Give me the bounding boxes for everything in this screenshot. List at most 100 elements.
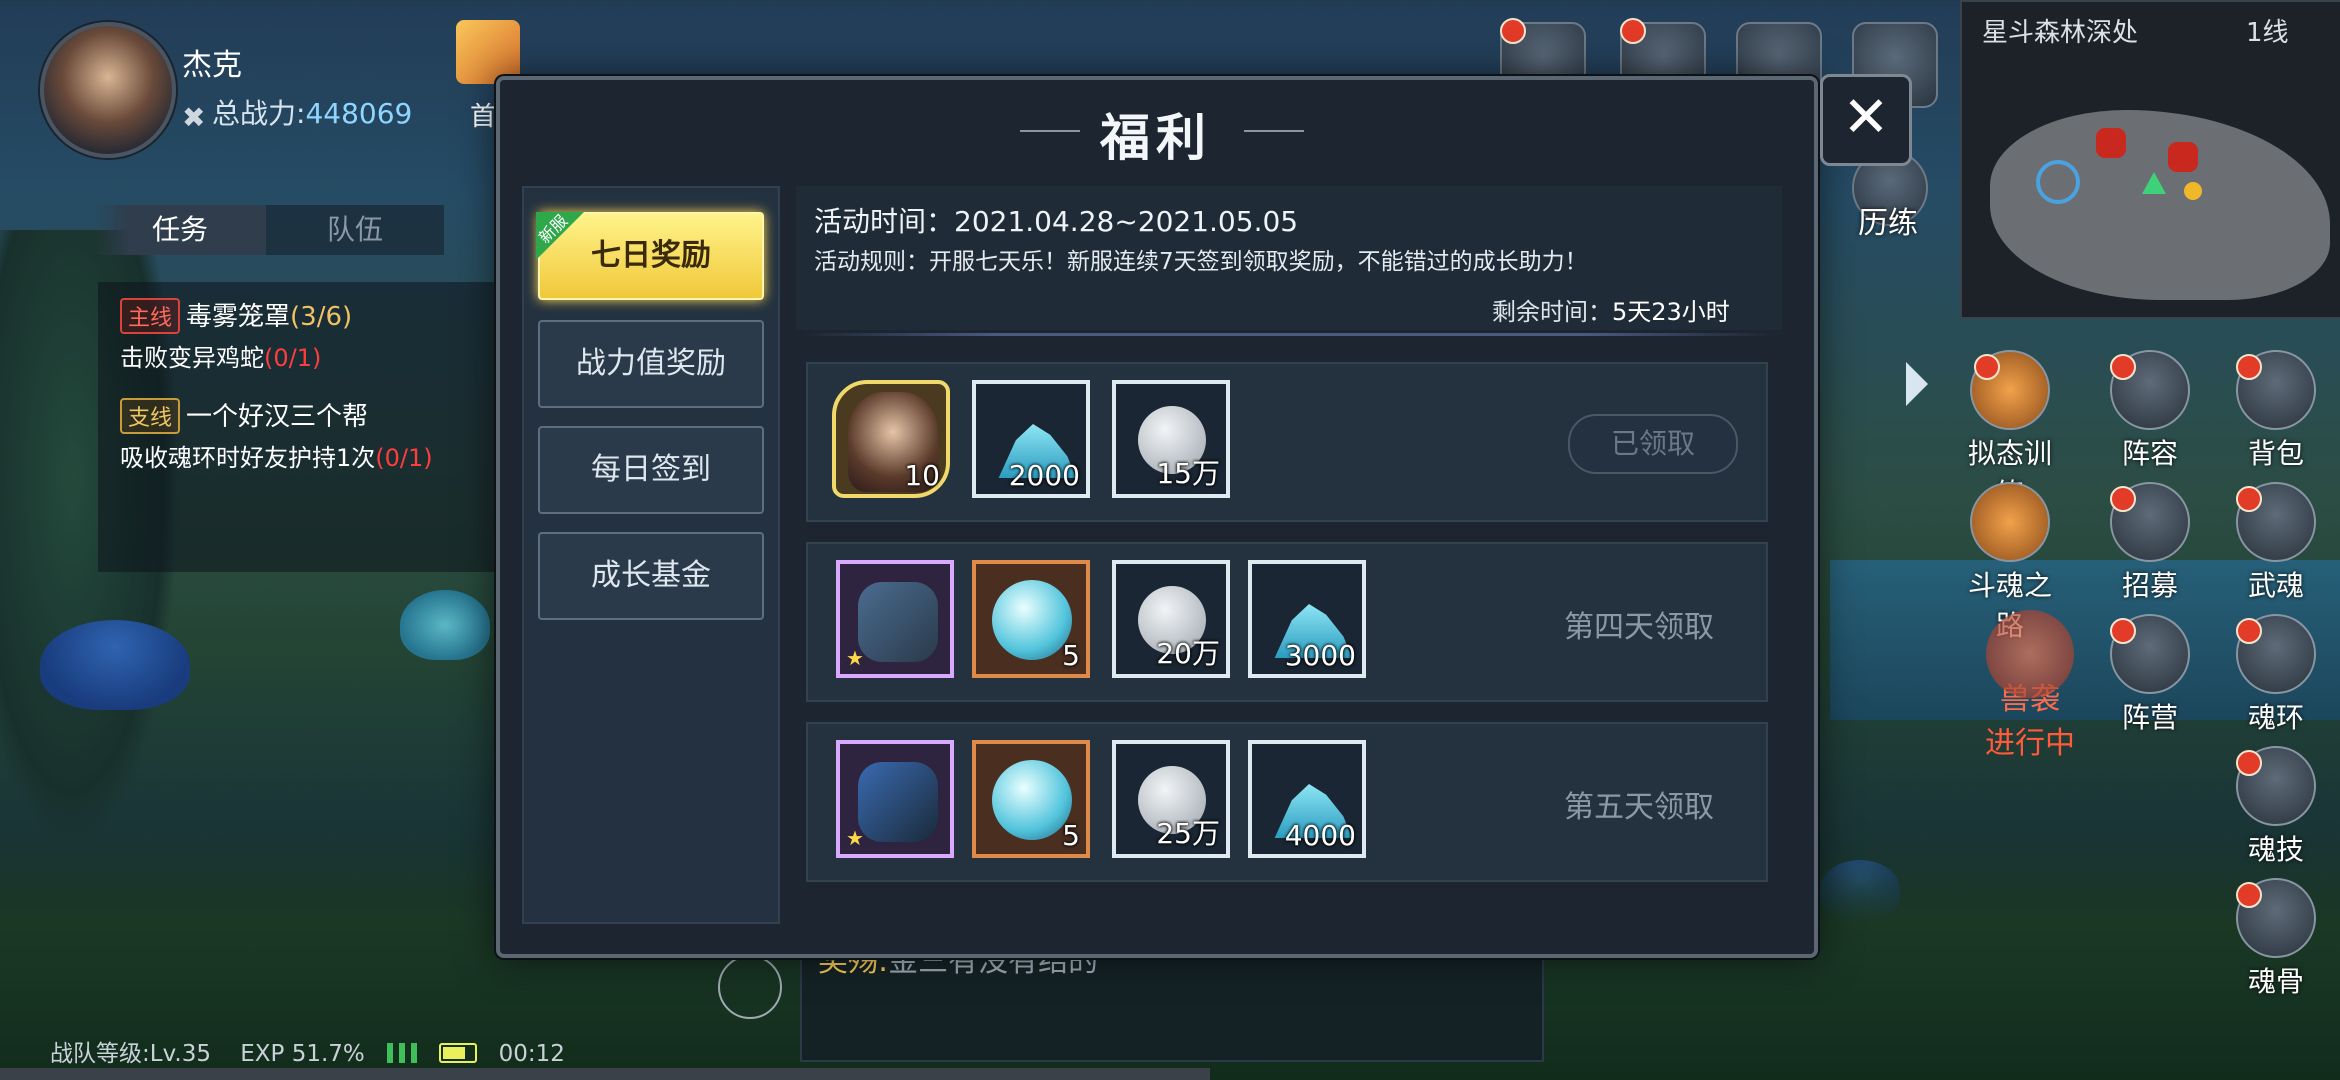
notification-dot	[2236, 354, 2262, 380]
soul-orb-icon	[992, 760, 1072, 840]
beast-raid-event[interactable]: 兽袭 进行中	[1960, 610, 2100, 762]
exp-percent: EXP 51.7%	[240, 1041, 365, 1067]
quest-progress: (3/6)	[290, 302, 353, 332]
reward-item-hero[interactable]: 10	[832, 380, 950, 498]
claw-icon	[858, 762, 938, 842]
waypoint-marker-icon	[2184, 182, 2202, 200]
player-avatar[interactable]	[40, 22, 176, 158]
raid-status: 进行中	[1985, 726, 2075, 761]
notification-dot	[1974, 354, 2000, 380]
quest-side-desc: 吸收魂环时好友护持1次(0/1)	[120, 438, 433, 473]
chat-avatar-icon[interactable]	[718, 955, 782, 1019]
quest-panel: 主线 毒雾笼罩(3/6) 击败变异鸡蛇(0/1) 支线 一个好汉三个帮 吸收魂环时好…	[98, 282, 498, 572]
reward-item-equipment[interactable]: ★	[836, 740, 954, 858]
claim-day-label: 第五天领取	[1564, 790, 1714, 825]
title-decoration	[1244, 130, 1304, 132]
reward-item-equipment[interactable]: ★	[836, 560, 954, 678]
reward-item-crystal[interactable]: 2000	[972, 380, 1090, 498]
quest-title: 毒雾笼罩	[186, 302, 291, 332]
notification-dot	[2110, 354, 2136, 380]
enemy-marker-icon	[2096, 128, 2126, 158]
tab-team[interactable]: 队伍	[266, 205, 444, 255]
activity-rule: 活动规则：开服七天乐！新服连续7天签到领取奖励，不能错过的成长助力！	[814, 249, 1588, 275]
side-btn-label: 阵营	[2121, 701, 2178, 734]
title-decoration	[1020, 130, 1080, 132]
crossed-swords-icon: ✖	[182, 101, 206, 134]
minimap-line: 1线	[2246, 18, 2289, 48]
star-icon: ★	[846, 826, 864, 850]
player-name: 杰克	[182, 48, 242, 83]
nav-growth-fund[interactable]: 成长基金	[538, 532, 764, 620]
quest-desc: 吸收魂环时好友护持1次	[120, 444, 376, 472]
item-count: 4000	[1284, 819, 1356, 852]
remaining-value: 5天23小时	[1612, 298, 1730, 326]
claimed-button: 已领取	[1568, 414, 1738, 474]
side-btn-label: 魂环	[2247, 701, 2304, 734]
item-count: 10	[904, 459, 940, 492]
quest-main[interactable]: 主线 毒雾笼罩(3/6)	[120, 296, 352, 334]
quest-desc-progress: (0/1)	[264, 344, 322, 372]
quest-tag-side: 支线	[120, 398, 181, 434]
soul-orb-icon	[992, 580, 1072, 660]
side-btn-label: 武魂	[2247, 569, 2304, 602]
portal-icon	[2036, 160, 2080, 204]
notification-dot	[2236, 882, 2262, 908]
quest-main-desc: 击败变异鸡蛇(0/1)	[120, 338, 321, 373]
reward-item-coin[interactable]: 15万	[1112, 380, 1230, 498]
item-count: 5	[1062, 819, 1080, 852]
reward-item-orb[interactable]: 5	[972, 740, 1090, 858]
notification-dot	[2110, 618, 2136, 644]
dialog-title: 福利	[1100, 109, 1212, 167]
notification-dot	[1500, 18, 1526, 44]
side-btn-label: 阵容	[2121, 437, 2178, 470]
player-marker-icon	[2142, 172, 2166, 194]
remaining-label: 剩余时间：	[1492, 298, 1612, 326]
item-count: 20万	[1156, 637, 1220, 670]
clock: 00:12	[498, 1041, 565, 1067]
claim-day-label: 第四天领取	[1564, 610, 1714, 645]
item-count: 25万	[1156, 817, 1220, 850]
beast-raid-icon	[1986, 610, 2074, 698]
reward-item-orb[interactable]: 5	[972, 560, 1090, 678]
item-count: 5	[1062, 639, 1080, 672]
notification-dot	[2236, 486, 2262, 512]
quest-side[interactable]: 支线 一个好汉三个帮	[120, 396, 368, 434]
activity-time: 活动时间：2021.04.28~2021.05.05	[814, 205, 1299, 238]
side-btn-label: 魂技	[2247, 833, 2304, 866]
item-count: 3000	[1284, 639, 1356, 672]
tab-tasks[interactable]: 任务	[94, 205, 266, 255]
reward-item-coin[interactable]: 20万	[1112, 560, 1230, 678]
quest-desc: 击败变异鸡蛇	[120, 344, 264, 372]
team-level: 战队等级:Lv.35	[50, 1041, 211, 1067]
notification-dot	[2236, 750, 2262, 776]
expand-arrow-icon[interactable]	[1906, 362, 1928, 406]
power-label: 总战力:	[212, 97, 306, 130]
remaining-time: 剩余时间：5天23小时	[1492, 292, 1730, 327]
gift-icon[interactable]	[456, 20, 520, 84]
side-btn-label: 魂骨	[2247, 965, 2304, 998]
nav-daily-signin[interactable]: 每日签到	[538, 426, 764, 514]
divider	[800, 333, 1778, 336]
close-button[interactable]: ✕	[1820, 74, 1912, 166]
soul-road-icon	[1970, 482, 2050, 562]
reward-item-crystal[interactable]: 3000	[1248, 560, 1366, 678]
training-label: 历练	[1858, 206, 1918, 241]
quest-title: 一个好汉三个帮	[186, 402, 369, 432]
reward-item-crystal[interactable]: 4000	[1248, 740, 1366, 858]
star-icon: ★	[846, 646, 864, 670]
exp-bar	[0, 1068, 1210, 1080]
side-btn-label: 招募	[2121, 569, 2178, 602]
notification-dot	[2236, 618, 2262, 644]
notification-dot	[1620, 18, 1646, 44]
notification-dot	[2110, 486, 2136, 512]
player-power: ✖ 总战力:448069	[182, 92, 413, 134]
status-bar: 战队等级:Lv.35 EXP 51.7% 00:12	[50, 1034, 565, 1068]
nav-power-reward[interactable]: 战力值奖励	[538, 320, 764, 408]
quest-tag-main: 主线	[120, 298, 181, 334]
signal-icon	[386, 1043, 417, 1063]
battery-icon	[438, 1043, 477, 1063]
quest-tabs: 任务 队伍	[94, 205, 444, 255]
reward-item-coin[interactable]: 25万	[1112, 740, 1230, 858]
power-value: 448069	[305, 97, 413, 130]
side-btn-label: 背包	[2247, 437, 2304, 470]
